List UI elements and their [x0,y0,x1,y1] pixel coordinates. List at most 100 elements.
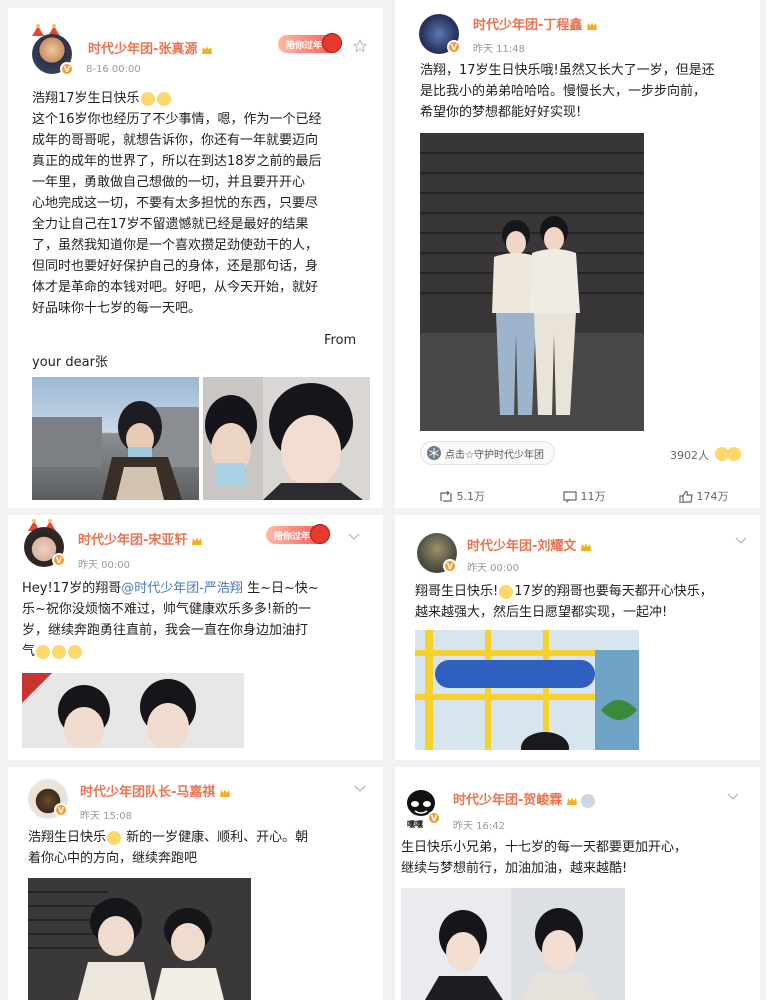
cheer-emoji-icon [727,447,741,461]
post-line: 乐~祝你没烦恼不难过，帅气健康欢乐多多!新的一 [22,602,312,617]
post-photo[interactable] [28,878,251,1000]
repost-count: 5.1万 [456,490,486,503]
post-line: 成年的哥哥呢，就想告诉你，你还有一年就要迈向 [32,133,319,148]
crown-icon [567,796,578,805]
like-count: 174万 [696,490,729,503]
like-button[interactable]: 174万 [679,488,729,504]
username-text[interactable]: 时代少年团-丁程鑫 [473,18,582,33]
post-line: 一年里，勇敢做自己想做的一切，并且要开开心 [32,175,306,190]
post-line: 希望你的梦想都能好好实现! [420,105,582,120]
post-card-he: 嘿嘿 V 时代少年团-贺峻霖 昨天 16:42 生日快乐小兄弟，十七岁的每一天都… [395,767,760,1000]
cake-icon [52,644,67,659]
new-year-badge[interactable]: 陪你过年 [266,524,331,544]
post-line: 越来越强大，然后生日愿望都实现，一起冲! [415,605,668,620]
post-line: 继续与梦想前行，加油加油，越来越酷! [401,861,628,876]
party-emoji-icon [499,584,514,599]
post-line: 全力让自己在17岁不留遗憾就已经是最好的结果 [32,217,309,232]
post-card-ma: V 时代少年团队长-马嘉祺 昨天 15:08 浩翔生日快乐 新的一岁健康、顺利、… [8,767,383,1000]
post-line: 是比我小的弟弟哈哈哈。慢慢长大，一步步向前， [420,84,707,99]
post-photo[interactable] [415,630,639,750]
username-text[interactable]: 时代少年团-刘耀文 [467,539,576,554]
chevron-down-icon[interactable] [354,785,366,793]
post-line: 但同时也要好好保护自己的身体，还是那句话，身 [32,259,319,274]
post-line: 新的一岁健康、顺利、开心。朝 [122,830,309,845]
username-text[interactable]: 时代少年团队长-马嘉祺 [80,785,215,800]
new-year-badge[interactable]: 陪你过年 [278,33,343,53]
post-photo-1[interactable] [32,377,199,500]
mention-link[interactable]: @时代少年团-严浩翔 [121,581,243,596]
crown-icon [581,542,592,551]
lantern-icon [310,524,331,544]
username[interactable]: 时代少年团队长-马嘉祺 [80,781,231,800]
post-time: 昨天 16:42 [453,821,505,832]
crown-icon [202,45,213,54]
username[interactable]: 时代少年团-贺峻霖 [453,789,596,808]
post-line: 岁，继续奔跑勇往直前，我会一直在你身边加油打 [22,623,309,638]
comment-button[interactable]: 11万 [563,488,606,504]
post-photo[interactable] [22,673,244,748]
repost-button[interactable]: 5.1万 [439,488,485,504]
post-text: 浩翔生日快乐 新的一岁健康、顺利、开心。朝 着你心中的方向，继续奔跑吧 [28,827,308,869]
post-time: 昨天 15:08 [80,811,132,822]
username[interactable]: 时代少年团-丁程鑫 [473,14,598,33]
verified-badge-icon: V [447,40,461,54]
post-photo[interactable] [420,133,644,431]
like-icon [679,490,693,504]
cake-icon [140,91,155,106]
repost-icon [440,490,452,502]
post-line: 体才是革命的本钱对吧。好吧，从今天开始，就好 [32,280,319,295]
post-line: 气 [22,644,36,659]
chevron-down-icon[interactable] [735,537,747,545]
star-icon[interactable] [353,39,367,53]
post-line: 翔哥生日快乐! [415,584,499,599]
chevron-down-icon[interactable] [348,533,360,541]
post-card-liu: V 时代少年团-刘耀文 昨天 00:00 翔哥生日快乐! 17岁的翔哥也要每天都开… [395,515,760,760]
cake-icon [156,91,171,106]
comment-icon [563,491,577,503]
from-label: From [324,333,357,348]
verified-badge-icon: V [60,62,74,76]
topic-chip-label: 点击☆守护时代少年团 [445,449,544,461]
post-line: 浩翔，17岁生日快乐哦!虽然又长大了一岁，但是还 [420,63,715,78]
post-line: 17岁的翔哥也要每天都开心快乐， [514,584,713,599]
post-text: 翔哥生日快乐! 17岁的翔哥也要每天都开心快乐， 越来越强大，然后生日愿望都实现，… [415,581,713,623]
username[interactable]: 时代少年团-张真源 [88,38,213,57]
post-text: 浩翔17岁生日快乐 这个16岁你也经历了不少事情，嗯，作为一个已经 成年的哥哥呢… [32,88,322,319]
kiss-emoji-icon [36,644,51,659]
post-photo-2[interactable] [203,377,370,500]
post-text: 浩翔，17岁生日快乐哦!虽然又长大了一岁，但是还 是比我小的弟弟哈哈哈。慢慢长大… [420,60,715,123]
topic-chip[interactable]: 点击☆守护时代少年团 [420,441,555,465]
post-line: 生~日~快~ [242,581,319,596]
post-line: 心地完成这一切，不要有太多担忧的东西，只要尽 [32,196,319,211]
clap-icon [68,644,83,659]
username-text[interactable]: 时代少年团-宋亚轩 [78,533,187,548]
post-time: 昨天 00:00 [467,563,519,574]
post-card-song: V 时代少年团-宋亚轩 昨天 00:00 陪你过年 Hey!17岁的翔哥@时代少… [8,515,383,760]
verified-badge-icon: V [54,803,68,817]
post-line: 真正的成年的世界了，所以在到达18岁之前的最后 [32,154,322,169]
username-text[interactable]: 时代少年团-张真源 [88,42,197,57]
post-time: 8-16 00:00 [86,64,141,75]
medal-icon [581,793,596,808]
post-line: 好品味你十七岁的每一天吧。 [32,301,202,316]
signoff: your dear张 [32,355,108,370]
post-time: 昨天 11:48 [473,44,525,55]
badge-label: 陪你过年 [274,531,311,542]
crown-icon [587,21,598,30]
username[interactable]: 时代少年团-宋亚轩 [78,529,203,548]
comment-count: 11万 [580,490,606,503]
chevron-down-icon[interactable] [727,793,739,801]
verified-badge-icon: V [427,811,441,825]
post-text: 生日快乐小兄弟，十七岁的每一天都要更加开心， 继续与梦想前行，加油加油，越来越酷… [401,837,687,879]
post-line: 这个16岁你也经历了不少事情，嗯，作为一个已经 [32,112,322,127]
lantern-icon [322,33,343,53]
username[interactable]: 时代少年团-刘耀文 [467,535,592,554]
post-text: Hey!17岁的翔哥@时代少年团-严浩翔 生~日~快~ 乐~祝你没烦恼不难过，帅… [22,578,319,662]
username-text[interactable]: 时代少年团-贺峻霖 [453,793,562,808]
avatar-caption: 嘿嘿 [407,820,423,829]
verified-badge-icon: V [443,559,457,573]
snowflake-icon [427,446,441,460]
verified-badge-icon: V [52,553,66,567]
reactions-count[interactable]: 3902人 [670,447,709,463]
post-photo[interactable] [401,888,625,1000]
